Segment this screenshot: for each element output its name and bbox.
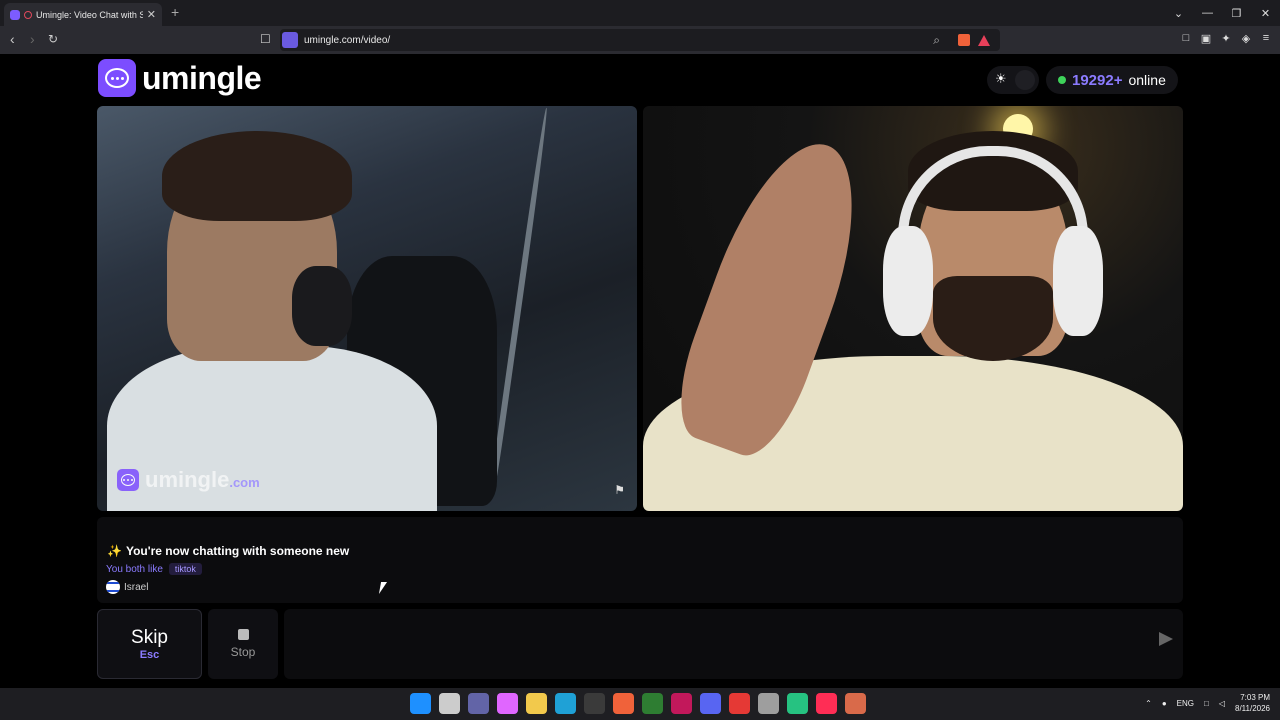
time: 7:03 PM <box>1240 693 1270 702</box>
tab-list-button[interactable]: ⌄ <box>1164 7 1193 20</box>
zoom-icon[interactable]: ⌕ <box>933 33 940 48</box>
online-counter: 19292+ online <box>1046 66 1178 94</box>
browser-tools: □ ▣ ✦ ◈ ≡ <box>1180 32 1272 45</box>
address-bar[interactable]: umingle.com/video/ ⌕ <box>280 29 1000 51</box>
tray-chevron-icon[interactable]: ⌃ <box>1145 699 1152 708</box>
restore-button[interactable]: ❐ <box>1222 7 1251 20</box>
chat-log: ✨ You're now chatting with someone new Yo… <box>97 517 1183 603</box>
self-beard <box>933 276 1053 361</box>
stranger-hair <box>162 131 352 221</box>
volume-icon[interactable]: ◁ <box>1219 699 1225 708</box>
umingle-watermark: umingle.com <box>117 467 260 493</box>
watermark-text: umingle.com <box>145 467 260 492</box>
online-dot-icon <box>1058 76 1066 84</box>
vpn-icon[interactable]: ◈ <box>1240 32 1252 45</box>
window-controls: ⌄ — ❐ ✕ <box>1164 0 1280 26</box>
discord-icon[interactable] <box>700 693 721 714</box>
common-interests: You both like tiktok <box>106 563 202 575</box>
country-name: Israel <box>124 581 149 593</box>
close-window-button[interactable]: ✕ <box>1251 7 1280 20</box>
interest-tag: tiktok <box>168 563 202 575</box>
brave-shields-icon[interactable] <box>958 34 970 46</box>
skip-shortcut: Esc <box>139 649 160 661</box>
app-icon-5[interactable] <box>845 693 866 714</box>
store-icon[interactable] <box>584 693 605 714</box>
network-icon[interactable]: □ <box>1204 699 1209 708</box>
menu-icon[interactable]: ≡ <box>1260 32 1272 45</box>
tab-umingle[interactable]: Umingle: Video Chat with Stra ✕ <box>4 3 162 26</box>
system-message: ✨ You're now chatting with someone new <box>107 544 350 558</box>
start-icon[interactable] <box>410 693 431 714</box>
skip-label: Skip <box>131 627 168 648</box>
minimize-button[interactable]: — <box>1193 7 1222 19</box>
language-indicator[interactable]: ENG <box>1177 699 1194 708</box>
umingle-favicon-icon <box>10 9 20 20</box>
app-icon-4[interactable] <box>787 693 808 714</box>
tab-bar: Umingle: Video Chat with Stra ✕ + ⌄ — ❐ … <box>0 0 1280 26</box>
page: umingle ☀ 19292+ online umingle.com ⚑ ✨ … <box>0 54 1280 688</box>
tab-title: Umingle: Video Chat with Stra <box>36 9 143 20</box>
stop-button[interactable]: Stop <box>208 609 278 679</box>
chat-bubble-icon <box>98 59 136 97</box>
brave-rewards-icon[interactable] <box>978 34 990 46</box>
send-icon[interactable] <box>1159 632 1173 646</box>
stop-icon <box>237 629 249 640</box>
clock[interactable]: 7:03 PM 8/11/2026 <box>1235 692 1270 714</box>
file-explorer-icon[interactable] <box>526 693 547 714</box>
self-headphone-right <box>1053 226 1103 336</box>
skip-button[interactable]: Skip Esc <box>97 609 202 679</box>
taskbar-apps <box>410 693 866 714</box>
date: 8/11/2026 <box>1235 704 1270 713</box>
app-icon-1[interactable] <box>642 693 663 714</box>
stranger-video: umingle.com ⚑ <box>97 106 637 511</box>
report-flag-icon[interactable]: ⚑ <box>614 483 625 497</box>
watermark-logo-icon <box>117 469 139 491</box>
app-icon-3[interactable] <box>729 693 750 714</box>
wallet-icon[interactable]: ▣ <box>1200 32 1212 45</box>
message-box[interactable] <box>284 609 1183 679</box>
forward-icon[interactable]: › <box>30 31 35 47</box>
settings-icon[interactable] <box>758 693 779 714</box>
logo-text: umingle <box>142 59 262 96</box>
online-label: online <box>1128 72 1166 88</box>
sparkle-icon: ✨ <box>107 544 122 558</box>
recording-icon <box>24 10 32 19</box>
back-icon[interactable]: ‹ <box>10 31 15 47</box>
bookmark-icon[interactable]: ☐ <box>260 32 271 46</box>
self-headphone-left <box>883 226 933 336</box>
likes-label: You both like <box>106 563 163 575</box>
taskbar: ⌃ ● ENG □ ◁ 7:03 PM 8/11/2026 <box>0 688 1280 720</box>
stop-label: Stop <box>230 645 256 659</box>
background-pole <box>490 107 550 485</box>
reload-icon[interactable]: ↻ <box>48 32 58 46</box>
self-video <box>643 106 1183 511</box>
leo-ai-icon[interactable]: ✦ <box>1220 32 1232 45</box>
teams-icon[interactable] <box>468 693 489 714</box>
stranger-headphones <box>292 266 352 346</box>
sun-icon: ☀ <box>995 71 1007 86</box>
microphone-icon[interactable]: ● <box>1162 699 1167 708</box>
tiktok-icon[interactable] <box>816 693 837 714</box>
theme-toggle[interactable]: ☀ <box>987 66 1039 94</box>
edge-icon[interactable] <box>555 693 576 714</box>
online-count: 19292+ <box>1072 71 1123 89</box>
sidebar-icon[interactable]: □ <box>1180 32 1192 45</box>
search-icon[interactable] <box>439 693 460 714</box>
app-icon-2[interactable] <box>671 693 692 714</box>
stranger-country: Israel <box>106 580 148 594</box>
system-tray: ⌃ ● ENG □ ◁ 7:03 PM 8/11/2026 <box>1145 692 1270 714</box>
site-info-icon[interactable] <box>282 32 298 48</box>
message-input[interactable] <box>294 631 1134 657</box>
browser-toolbar: ‹ › ↻ ☐ umingle.com/video/ ⌕ □ ▣ ✦ ◈ ≡ <box>0 26 1280 54</box>
umingle-logo[interactable]: umingle <box>98 59 262 97</box>
url-text[interactable]: umingle.com/video/ <box>304 35 390 46</box>
new-tab-button[interactable]: + <box>171 4 179 20</box>
israel-flag-icon <box>106 580 120 594</box>
toggle-knob <box>1015 70 1035 90</box>
brave-icon[interactable] <box>613 693 634 714</box>
copilot-icon[interactable] <box>497 693 518 714</box>
tab-close-icon[interactable]: ✕ <box>147 8 156 21</box>
